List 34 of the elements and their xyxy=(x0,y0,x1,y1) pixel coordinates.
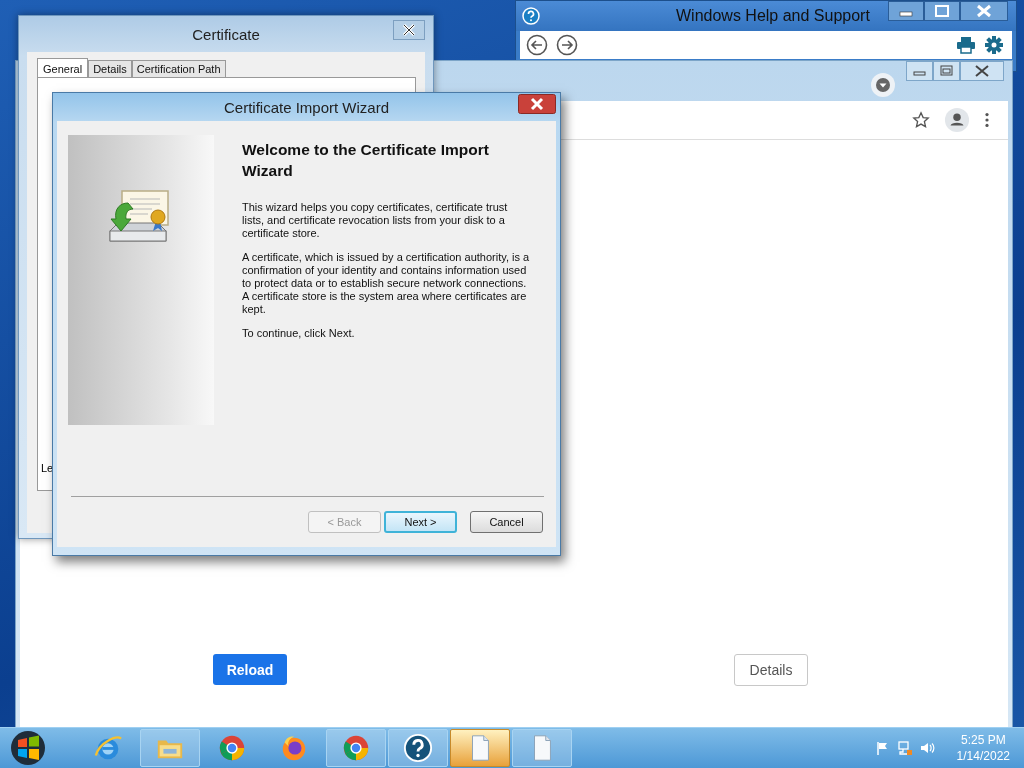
taskbar-button[interactable] xyxy=(388,729,448,767)
settings-icon[interactable] xyxy=(984,35,1004,55)
cancel-button[interactable]: Cancel xyxy=(470,511,543,533)
speaker-icon[interactable] xyxy=(918,740,935,756)
window-title: Certificate Import Wizard xyxy=(223,98,389,116)
window-title: Certificate xyxy=(192,25,260,43)
tab[interactable]: Certification Path xyxy=(131,60,226,77)
label-text: Le xyxy=(41,462,54,474)
close-icon[interactable] xyxy=(960,1,1008,21)
reload-button[interactable]: Reload xyxy=(213,654,287,685)
paragraph: To continue, click Next. xyxy=(242,327,356,340)
maximize-icon[interactable] xyxy=(924,1,960,21)
dropdown-icon[interactable] xyxy=(870,72,896,98)
paragraph: A certificate, which is issued by a certification authority, is a confirmation of your identity and contains information used to protect data or to establish secure network connections. A certificate store is the system area where certificates are kept. xyxy=(242,251,531,316)
minimize-icon[interactable] xyxy=(888,1,924,21)
chrome-icon xyxy=(217,733,247,763)
profile-icon[interactable] xyxy=(944,107,970,133)
close-icon[interactable] xyxy=(960,61,1004,81)
help-icon xyxy=(403,733,433,763)
window-title: Windows Help and Support xyxy=(676,7,870,25)
chrome-icon xyxy=(341,733,371,763)
close-icon[interactable] xyxy=(393,20,425,40)
next-button[interactable]: Next > xyxy=(384,511,457,533)
menu-icon[interactable] xyxy=(984,111,990,129)
tab[interactable]: General xyxy=(37,58,89,78)
tab[interactable]: Details xyxy=(88,60,132,77)
wizard-heading: Welcome to the Certificate Import Wizard xyxy=(242,140,490,181)
help-icon[interactable] xyxy=(522,7,540,25)
start-button[interactable] xyxy=(8,728,48,768)
paragraph: This wizard helps you copy certificates, certificate trust lists, and certificate revocation lists from your disk to a certificate store. xyxy=(242,201,509,240)
close-icon[interactable] xyxy=(518,94,556,114)
details-button[interactable]: Details xyxy=(734,654,808,686)
star-icon[interactable] xyxy=(912,111,930,129)
print-icon[interactable] xyxy=(956,35,976,55)
